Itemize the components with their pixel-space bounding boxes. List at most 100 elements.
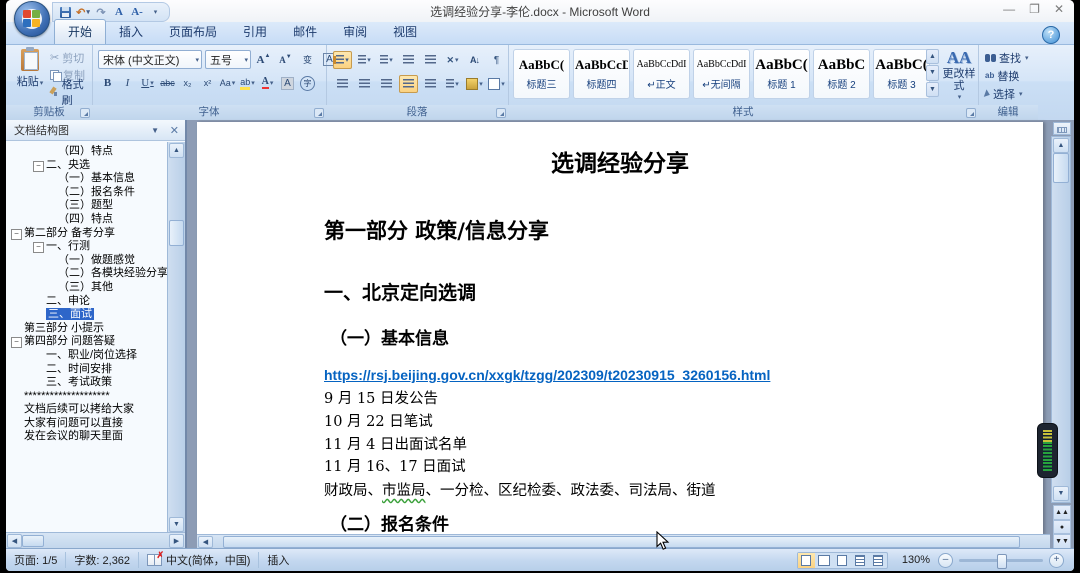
line-spacing-button[interactable]: ▾ bbox=[443, 75, 462, 93]
zoom-slider-thumb[interactable] bbox=[997, 554, 1007, 569]
previous-page-button[interactable]: ▲▲ bbox=[1053, 505, 1071, 520]
align-left-button[interactable] bbox=[333, 75, 352, 93]
gallery-more-button[interactable]: ▼ bbox=[926, 82, 939, 97]
page-indicator[interactable]: 页面: 1/5 bbox=[6, 552, 66, 568]
next-page-button[interactable]: ▼▼ bbox=[1053, 534, 1071, 549]
scroll-up-icon[interactable]: ▲ bbox=[1053, 138, 1069, 153]
strikethrough-button[interactable]: abc bbox=[158, 74, 177, 92]
document-map-item[interactable]: − （二）各模块经验分享 bbox=[6, 267, 167, 281]
styles-dialog-launcher[interactable] bbox=[966, 108, 976, 118]
paste-button[interactable]: 粘贴▾ bbox=[14, 49, 46, 103]
font-name-select[interactable]: 宋体 (中文正文)▾ bbox=[98, 50, 202, 69]
underline-button[interactable]: U▾ bbox=[138, 74, 157, 92]
decrease-indent-button[interactable] bbox=[399, 51, 418, 69]
document-map-item[interactable]: − 大家有问题可以直接 bbox=[6, 417, 167, 431]
insert-mode[interactable]: 插入 bbox=[259, 552, 297, 568]
document-map-item[interactable]: − （一）基本信息 bbox=[6, 172, 167, 186]
character-shading-button[interactable]: A bbox=[278, 74, 297, 92]
style-card[interactable]: AaBbCcDdI ↵无间隔 bbox=[693, 49, 750, 99]
change-styles-button[interactable]: AA 更改样式 ▾ bbox=[942, 48, 976, 100]
document-map-header[interactable]: 文档结构图 ▼ ✕ bbox=[6, 120, 185, 141]
font-size-select[interactable]: 五号▾ bbox=[205, 50, 251, 69]
scroll-left-icon[interactable]: ◀ bbox=[7, 534, 22, 548]
bullets-button[interactable]: ▾ bbox=[333, 51, 352, 69]
ribbon-tab[interactable]: 视图 bbox=[380, 20, 430, 44]
sort-button[interactable]: A↓ bbox=[465, 51, 484, 69]
highlight-color-button[interactable]: ab▾ bbox=[238, 74, 257, 92]
document-map-item[interactable]: − （一）做题感觉 bbox=[6, 254, 167, 268]
collapse-icon[interactable]: − bbox=[11, 337, 22, 348]
style-card[interactable]: AaBbC( 标题 3 bbox=[873, 49, 930, 99]
change-case-button[interactable]: Aa▾ bbox=[218, 74, 237, 92]
document-map-item[interactable]: − 一、职业/岗位选择 bbox=[6, 349, 167, 363]
scroll-right-icon[interactable]: ▶ bbox=[169, 534, 184, 548]
collapse-icon[interactable]: − bbox=[33, 242, 44, 253]
distribute-button[interactable] bbox=[421, 75, 440, 93]
collapse-icon[interactable]: − bbox=[33, 161, 44, 172]
phonetic-guide-button[interactable]: 变 bbox=[298, 51, 317, 69]
zoom-slider[interactable] bbox=[959, 559, 1043, 562]
ribbon-tab[interactable]: 开始 bbox=[54, 19, 106, 44]
scroll-up-icon[interactable]: ▲ bbox=[169, 143, 184, 158]
hyperlink[interactable]: https://rsj.beijing.gov.cn/xxgk/tzgg/202… bbox=[324, 367, 770, 383]
grow-font-button[interactable]: A▲ bbox=[254, 51, 273, 69]
increase-indent-button[interactable] bbox=[421, 51, 440, 69]
ruler-toggle-button[interactable] bbox=[1053, 122, 1071, 135]
collapse-icon[interactable]: − bbox=[11, 229, 22, 240]
gallery-up-button[interactable]: ▲ bbox=[926, 49, 939, 64]
paragraph-dialog-launcher[interactable] bbox=[496, 108, 506, 118]
document-page[interactable]: 选调经验分享 第一部分 政策/信息分享 一、北京定向选调 （一）基本信息 htt… bbox=[197, 122, 1043, 535]
web-layout-button[interactable] bbox=[834, 553, 851, 568]
document-map-item[interactable]: − 第二部分 备考分享 bbox=[6, 227, 167, 241]
font-color-button[interactable]: A▾ bbox=[258, 74, 277, 92]
scroll-left-icon[interactable]: ◀ bbox=[198, 536, 213, 548]
restore-button[interactable]: ❐ bbox=[1029, 2, 1040, 16]
format-painter-button[interactable]: 格式刷 bbox=[48, 83, 92, 100]
document-map-item[interactable]: − 三、面试 bbox=[6, 308, 167, 322]
bold-button[interactable]: B bbox=[98, 74, 117, 92]
document-map-item[interactable]: − 三、考试政策 bbox=[6, 376, 167, 390]
document-horizontal-scrollbar[interactable]: ◀ bbox=[197, 534, 1050, 549]
document-map-item[interactable]: − ******************** bbox=[6, 390, 167, 404]
superscript-button[interactable]: x² bbox=[198, 74, 217, 92]
asian-layout-button[interactable]: ✕▾ bbox=[443, 51, 462, 69]
document-map-item[interactable]: − （三）题型 bbox=[6, 199, 167, 213]
draft-view-button[interactable] bbox=[870, 553, 887, 568]
justify-button[interactable] bbox=[399, 75, 418, 93]
show-marks-button[interactable]: ¶ bbox=[487, 51, 506, 69]
style-card[interactable]: AaBbC( 标题 1 bbox=[753, 49, 810, 99]
multilevel-list-button[interactable]: ▾ bbox=[377, 51, 396, 69]
align-center-button[interactable] bbox=[355, 75, 374, 93]
style-card[interactable]: AaBbCcDdI ↵正文 bbox=[633, 49, 690, 99]
find-button[interactable]: 查找▾ bbox=[983, 49, 1031, 66]
document-map-item[interactable]: − 第三部分 小提示 bbox=[6, 322, 167, 336]
cut-button[interactable]: ✂剪切 bbox=[48, 49, 92, 66]
gallery-down-button[interactable]: ▼ bbox=[926, 65, 939, 80]
document-map-item[interactable]: − （四）特点 bbox=[6, 145, 167, 159]
document-map-item[interactable]: − （四）特点 bbox=[6, 213, 167, 227]
style-card[interactable]: AaBbCcD 标题四 bbox=[573, 49, 630, 99]
borders-button[interactable]: ▾ bbox=[487, 75, 506, 93]
close-button[interactable]: ✕ bbox=[1054, 2, 1064, 16]
clipboard-dialog-launcher[interactable] bbox=[80, 108, 90, 118]
document-map-item[interactable]: − （二）报名条件 bbox=[6, 186, 167, 200]
ribbon-tab[interactable]: 引用 bbox=[230, 20, 280, 44]
sidebar-horizontal-scrollbar[interactable]: ◀ ▶ bbox=[6, 532, 185, 549]
shrink-font-button[interactable]: A▼ bbox=[276, 51, 295, 69]
scroll-down-icon[interactable]: ▼ bbox=[1053, 486, 1069, 501]
document-map-item[interactable]: − 第四部分 问题答疑 bbox=[6, 335, 167, 349]
sidebar-scroll-thumb[interactable] bbox=[169, 220, 184, 246]
subscript-button[interactable]: x₂ bbox=[178, 74, 197, 92]
select-button[interactable]: 选择▾ bbox=[983, 85, 1031, 102]
office-button[interactable] bbox=[14, 1, 50, 37]
enclose-characters-button[interactable]: 字 bbox=[298, 74, 317, 92]
zoom-out-button[interactable]: – bbox=[938, 553, 953, 568]
italic-button[interactable]: I bbox=[118, 74, 137, 92]
ribbon-tab[interactable]: 邮件 bbox=[280, 20, 330, 44]
align-right-button[interactable] bbox=[377, 75, 396, 93]
fullscreen-reading-button[interactable] bbox=[816, 553, 833, 568]
sidebar-hscroll-thumb[interactable] bbox=[22, 535, 44, 547]
document-map-item[interactable]: − 发在会议的聊天里面 bbox=[6, 430, 167, 444]
outline-view-button[interactable] bbox=[852, 553, 869, 568]
ribbon-tab[interactable]: 插入 bbox=[106, 20, 156, 44]
